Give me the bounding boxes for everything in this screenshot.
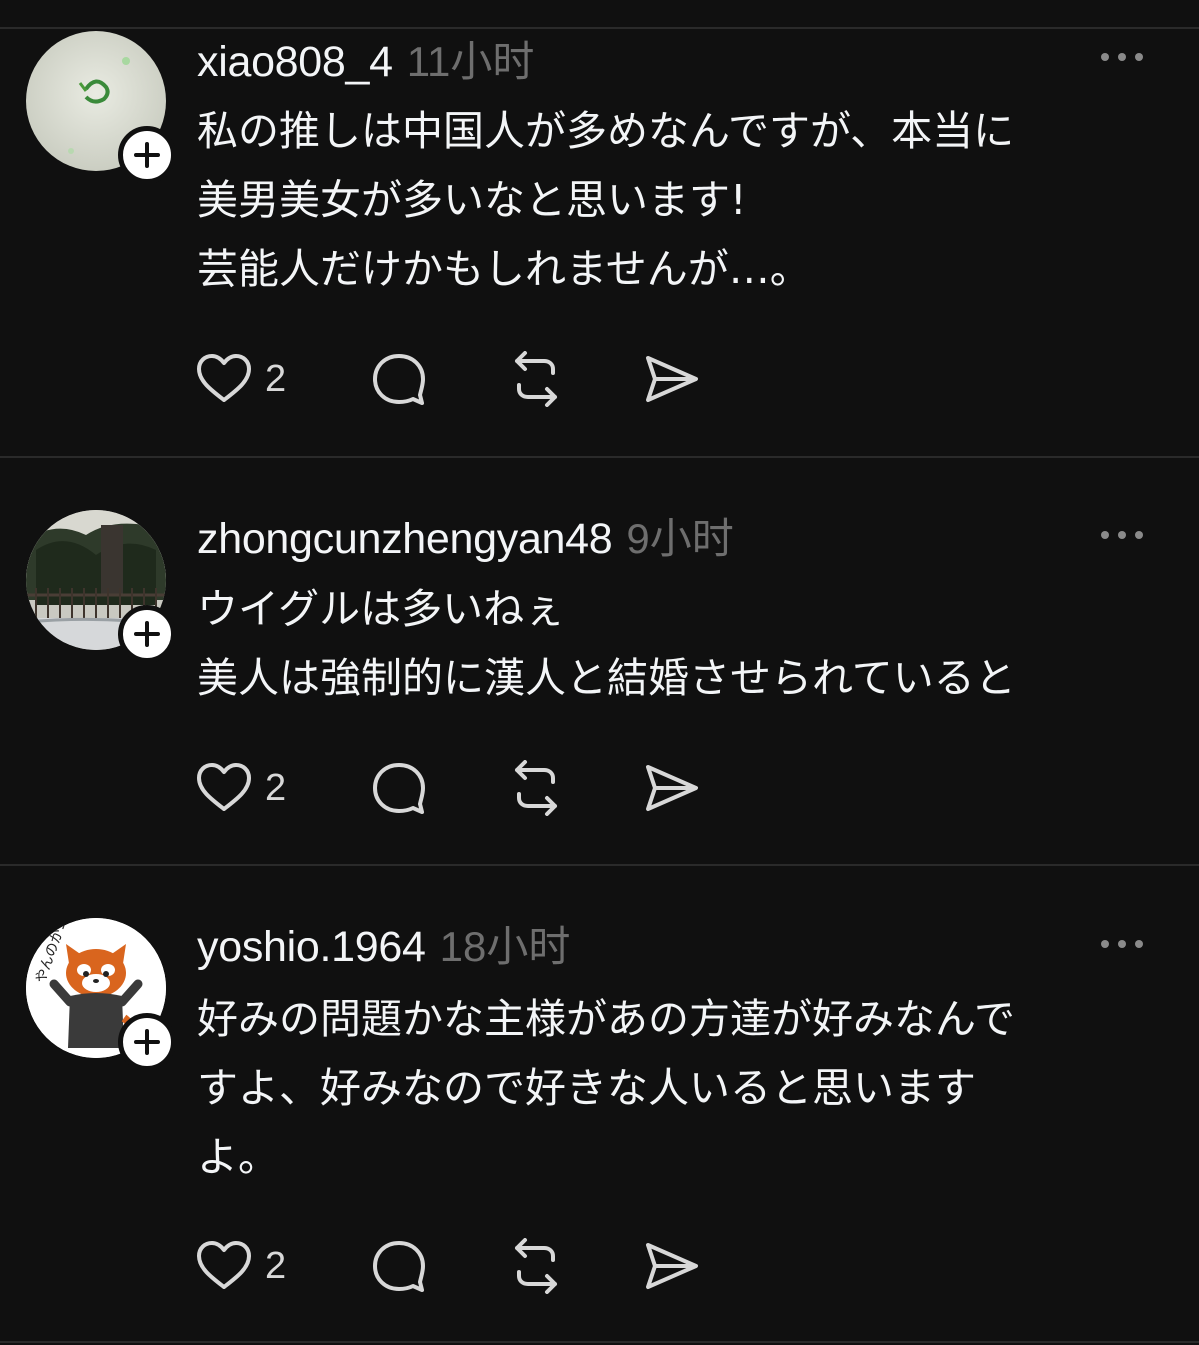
post-text: ウイグルは多いねぇ 美人は強制的に漢人と結婚させられていると bbox=[197, 575, 1177, 713]
post-text: 好みの問題かな主様があの方達が好みなんで すよ、好みなので好きな人いると思います… bbox=[197, 985, 1177, 1192]
more-button[interactable] bbox=[1092, 42, 1152, 72]
like-button[interactable]: 2 bbox=[195, 349, 286, 409]
more-button[interactable] bbox=[1092, 929, 1152, 959]
username[interactable]: xiao808_4 bbox=[197, 38, 393, 87]
post-divider bbox=[0, 456, 1199, 458]
post-text-line: 私の推しは中国人が多めなんですが、本当に bbox=[197, 107, 1015, 155]
post-divider bbox=[0, 1341, 1199, 1343]
heart-icon bbox=[197, 354, 251, 402]
like-button[interactable]: 2 bbox=[195, 758, 286, 818]
username[interactable]: zhongcunzhengyan48 bbox=[197, 515, 613, 564]
share-icon bbox=[646, 356, 698, 402]
repost-button[interactable] bbox=[507, 758, 565, 818]
more-button[interactable] bbox=[1092, 520, 1152, 550]
repost-icon bbox=[515, 351, 557, 407]
heart-icon bbox=[197, 1241, 251, 1289]
comment-button[interactable] bbox=[370, 758, 428, 818]
post-text-line: すよ、好みなので好きな人いると思います bbox=[197, 1064, 976, 1112]
action-bar: 2 bbox=[195, 758, 715, 818]
comment-button[interactable] bbox=[370, 1236, 428, 1296]
plus-icon bbox=[134, 621, 160, 647]
heart-icon bbox=[197, 763, 251, 811]
post-text-line: ウイグルは多いねぇ bbox=[197, 585, 566, 633]
post-text-line: 美人は強制的に漢人と結婚させられていると bbox=[197, 654, 1016, 702]
post-header: yoshio.1964 18小时 bbox=[197, 913, 570, 973]
like-button[interactable]: 2 bbox=[195, 1236, 286, 1296]
comment-button[interactable] bbox=[370, 349, 428, 409]
timestamp: 11小时 bbox=[406, 38, 535, 85]
share-icon bbox=[646, 1243, 698, 1289]
more-icon bbox=[1101, 531, 1143, 539]
post-text: 私の推しは中国人が多めなんですが、本当に 美男美女が多いなと思います! 芸能人だ… bbox=[197, 97, 1177, 304]
avatar-wrap bbox=[26, 31, 176, 184]
comment-icon bbox=[373, 763, 425, 814]
username[interactable]: yoshio.1964 bbox=[197, 923, 426, 972]
comment-icon bbox=[373, 354, 425, 405]
plus-icon bbox=[134, 1029, 160, 1055]
post-text-line: よ。 bbox=[197, 1133, 279, 1181]
repost-icon bbox=[515, 1238, 557, 1294]
avatar-wrap bbox=[26, 510, 176, 663]
post-header: zhongcunzhengyan48 9小时 bbox=[197, 505, 734, 565]
timestamp: 18小时 bbox=[439, 923, 571, 970]
like-count: 2 bbox=[265, 357, 287, 400]
more-icon bbox=[1101, 53, 1143, 61]
like-count: 2 bbox=[265, 1244, 287, 1287]
more-icon bbox=[1101, 940, 1143, 948]
follow-button[interactable] bbox=[118, 1013, 176, 1071]
action-bar: 2 bbox=[195, 1236, 715, 1296]
repost-button[interactable] bbox=[507, 1236, 565, 1296]
repost-icon bbox=[515, 760, 557, 816]
timestamp: 9小时 bbox=[626, 515, 734, 562]
avatar-wrap: やんのかコラ。 bbox=[26, 918, 176, 1071]
post-divider bbox=[0, 864, 1199, 866]
share-button[interactable] bbox=[643, 349, 701, 409]
post-text-line: 好みの問題かな主様があの方達が好みなんで bbox=[197, 995, 1015, 1043]
share-icon bbox=[646, 765, 698, 811]
repost-button[interactable] bbox=[507, 349, 565, 409]
top-divider bbox=[0, 27, 1199, 29]
action-bar: 2 bbox=[195, 349, 715, 409]
follow-button[interactable] bbox=[118, 605, 176, 663]
post-text-line: 芸能人だけかもしれませんが…。 bbox=[197, 245, 811, 293]
share-button[interactable] bbox=[643, 758, 701, 818]
comment-icon bbox=[373, 1241, 425, 1292]
post-header: xiao808_4 11小时 bbox=[197, 28, 534, 88]
share-button[interactable] bbox=[643, 1236, 701, 1296]
post-text-line: 美男美女が多いなと思います! bbox=[197, 176, 747, 224]
follow-button[interactable] bbox=[118, 126, 176, 184]
plus-icon bbox=[134, 142, 160, 168]
like-count: 2 bbox=[265, 766, 287, 809]
